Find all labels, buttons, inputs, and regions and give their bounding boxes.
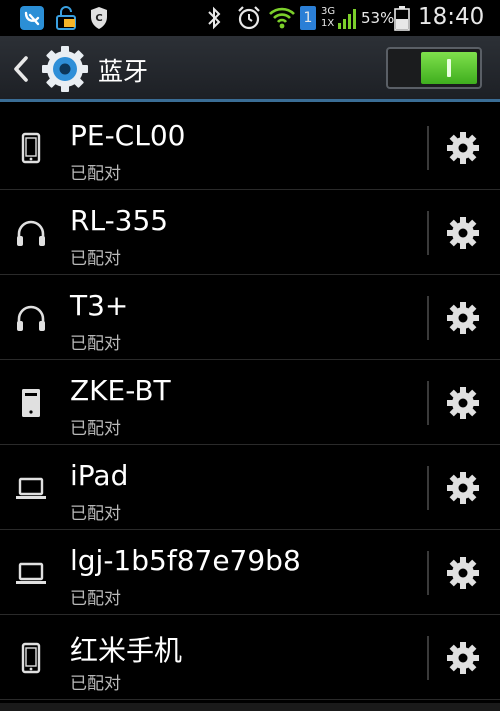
- device-status: 已配对: [70, 419, 121, 439]
- divider: [427, 551, 429, 595]
- bluetooth-toggle[interactable]: [386, 47, 482, 89]
- device-name: ZKE-BT: [70, 374, 171, 407]
- device-status: 已配对: [70, 674, 121, 694]
- action-bar: 蓝牙: [0, 36, 500, 102]
- device-name: T3+: [70, 289, 129, 322]
- app-icon: [20, 6, 44, 30]
- gear-icon[interactable]: [446, 556, 480, 590]
- list-item[interactable]: PE-CL00 已配对: [0, 105, 500, 190]
- phone-icon: [21, 132, 41, 164]
- clock: 18:40: [418, 4, 485, 30]
- device-status: 已配对: [70, 249, 121, 269]
- list-item[interactable]: RL-355 已配对: [0, 190, 500, 275]
- device-name: RL-355: [70, 204, 169, 237]
- list-item[interactable]: ZKE-BT 已配对: [0, 360, 500, 445]
- device-list: PE-CL00 已配对 RL-355 已配对 T3+ 已配对 ZKE-BT 已配…: [0, 105, 500, 700]
- list-item[interactable]: lgj-1b5f87e79b8 已配对: [0, 530, 500, 615]
- device-status: 已配对: [70, 334, 121, 354]
- list-item[interactable]: iPad 已配对: [0, 445, 500, 530]
- page-title: 蓝牙: [98, 57, 149, 86]
- laptop-icon: [16, 477, 46, 499]
- battery-percent: 53%: [361, 9, 395, 27]
- divider: [427, 381, 429, 425]
- alarm-icon: [238, 6, 260, 30]
- toggle-knob: [421, 52, 477, 84]
- status-bar: C 1 3G 1X 53% 18:40: [0, 0, 500, 36]
- gear-icon[interactable]: [446, 386, 480, 420]
- divider: [427, 126, 429, 170]
- device-name: PE-CL00: [70, 119, 186, 152]
- bottom-edge: [0, 703, 500, 711]
- divider: [427, 211, 429, 255]
- network-type-top: 3G: [321, 6, 336, 17]
- device-icon: [22, 389, 40, 417]
- gear-icon[interactable]: [446, 131, 480, 165]
- device-name: 红米手机: [70, 634, 183, 667]
- gear-icon[interactable]: [446, 216, 480, 250]
- device-status: 已配对: [70, 589, 121, 609]
- lock-notification-icon: [56, 6, 76, 30]
- bluetooth-settings-gear-icon: [42, 46, 88, 92]
- bluetooth-icon: [208, 6, 221, 30]
- laptop-icon: [16, 562, 46, 584]
- shield-icon: C: [91, 7, 107, 29]
- phone-icon: [21, 642, 41, 674]
- device-status: 已配对: [70, 504, 121, 524]
- device-status: 已配对: [70, 164, 121, 184]
- battery-icon: [394, 6, 410, 31]
- list-item[interactable]: 红米手机 已配对: [0, 615, 500, 700]
- headphones-icon: [17, 220, 45, 246]
- gear-icon[interactable]: [446, 641, 480, 675]
- headphones-icon: [17, 305, 45, 331]
- back-arrow-icon[interactable]: [10, 54, 32, 84]
- sim-badge: 1: [300, 6, 316, 30]
- signal-icon: [338, 9, 356, 29]
- device-name: iPad: [70, 459, 129, 492]
- device-name: lgj-1b5f87e79b8: [70, 544, 301, 577]
- divider: [427, 636, 429, 680]
- network-type-bottom: 1X: [321, 18, 335, 29]
- wifi-icon: [269, 7, 295, 29]
- gear-icon[interactable]: [446, 471, 480, 505]
- divider: [427, 466, 429, 510]
- svg-text:C: C: [95, 13, 102, 24]
- list-item[interactable]: T3+ 已配对: [0, 275, 500, 360]
- divider: [427, 296, 429, 340]
- gear-icon[interactable]: [446, 301, 480, 335]
